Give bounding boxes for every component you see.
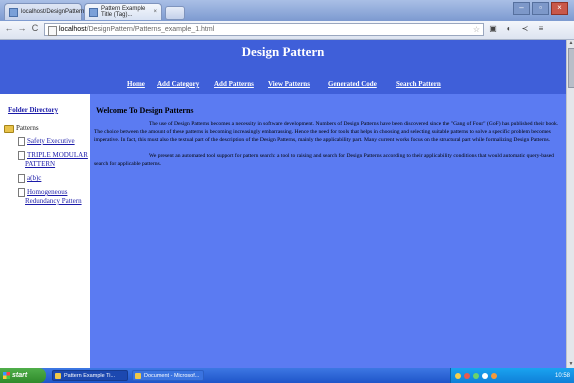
folder-icon [4,125,14,133]
tray-icon[interactable] [491,372,497,379]
window-controls: – ▫ × [513,2,568,15]
forward-button[interactable]: → [16,23,28,33]
tree-node-triple-modular[interactable]: TRIPLE MODULAR [18,151,88,160]
extension-icon[interactable]: ▣ [488,24,498,33]
tree-node-patterns[interactable]: Patterns [4,124,39,133]
windows-logo-icon [3,372,10,379]
page-icon [48,26,57,36]
browser-tab-1[interactable]: localhost/DesignPattern/D... × [4,3,99,20]
document-icon [18,151,25,160]
scrollbar-thumb[interactable] [568,48,574,88]
nav-link-view-patterns[interactable]: View Patterns [268,80,310,88]
document-icon [18,137,25,146]
browser-titlebar: localhost/DesignPattern/D... × Pattern E… [0,0,574,21]
start-button[interactable]: start [0,368,46,383]
sidebar: Folder Directory Patterns Safety Executi… [0,94,90,368]
tree-node-homogeneous[interactable]: Homogeneous [18,188,67,197]
folder-directory-link[interactable]: Folder Directory [8,106,58,114]
vertical-scrollbar[interactable]: ▲ ▼ [566,40,574,368]
address-bar[interactable]: localhost/DesignPattern/Patterns_example… [44,23,484,36]
page-viewport: Design Pattern Home Add Category Add Pat… [0,40,574,368]
document-icon [18,174,25,183]
page-favicon-icon [9,7,18,17]
share-icon[interactable]: ≺ [520,24,530,33]
tray-icon[interactable] [482,372,488,379]
tray-icon[interactable] [464,372,470,379]
back-button[interactable]: ← [3,23,15,33]
main-content: Welcome To Design Patterns The use of De… [90,94,566,368]
extension-icon[interactable]: ◐ [504,24,514,33]
taskbar: start Pattern Example Ti... Document - M… [0,368,574,383]
close-window-button[interactable]: × [551,2,568,15]
top-navigation: Home Add Category Add Patterns View Patt… [0,80,566,92]
toolbar-extension-icons: ▣ ◐ ≺ ≡ [488,24,546,33]
tab-title: Pattern Example Title (Tag)... [101,6,146,18]
browser-icon [55,373,61,379]
tree-node-abc[interactable]: a(b)c [18,174,41,183]
nav-link-generated-code[interactable]: Generated Code [328,80,377,88]
reload-button[interactable]: C [29,23,41,33]
tab-close-icon[interactable]: × [153,9,157,15]
browser-tab-2[interactable]: Pattern Example Title (Tag)... × [84,3,162,20]
tool-paragraph: We present an automated tool support for… [94,153,554,167]
site-header: Design Pattern Home Add Category Add Pat… [0,40,566,94]
welcome-heading: Welcome To Design Patterns [96,106,194,115]
menu-icon[interactable]: ≡ [536,24,546,33]
taskbar-button-document[interactable]: Document - Microsof... [132,370,204,381]
page-favicon-icon [89,7,98,17]
taskbar-button-browser[interactable]: Pattern Example Ti... [52,370,128,381]
bookmark-star-icon[interactable]: ☆ [473,24,480,36]
url-host: localhost [59,26,87,33]
word-document-icon [135,373,141,379]
minimize-button[interactable]: – [513,2,530,15]
document-icon [18,188,25,197]
tree-node-homogeneous-cont[interactable]: Redundancy Pattern [25,197,82,205]
tree-node-safety-executive[interactable]: Safety Executive [18,137,75,146]
system-tray: 10:58 [450,368,574,383]
scroll-down-icon[interactable]: ▼ [567,361,574,368]
intro-paragraph: The use of Design Patterns becomes a nec… [94,121,559,143]
nav-link-search-pattern[interactable]: Search Pattern [396,80,441,88]
nav-link-home[interactable]: Home [127,80,145,88]
tree-node-triple-modular-cont[interactable]: PATTERN [25,160,55,168]
maximize-button[interactable]: ▫ [532,2,549,15]
new-tab-button[interactable] [165,6,185,20]
nav-link-add-category[interactable]: Add Category [157,80,199,88]
browser-toolbar: ← → C localhost/DesignPattern/Patterns_e… [0,21,574,40]
url-path: /DesignPattern/Patterns_example_1.html [86,26,215,33]
scroll-up-icon[interactable]: ▲ [567,40,574,47]
tray-icon[interactable] [455,372,461,379]
nav-link-add-patterns[interactable]: Add Patterns [214,80,254,88]
tray-icon[interactable] [473,372,479,379]
site-title: Design Pattern [241,44,325,59]
clock: 10:58 [554,372,570,379]
